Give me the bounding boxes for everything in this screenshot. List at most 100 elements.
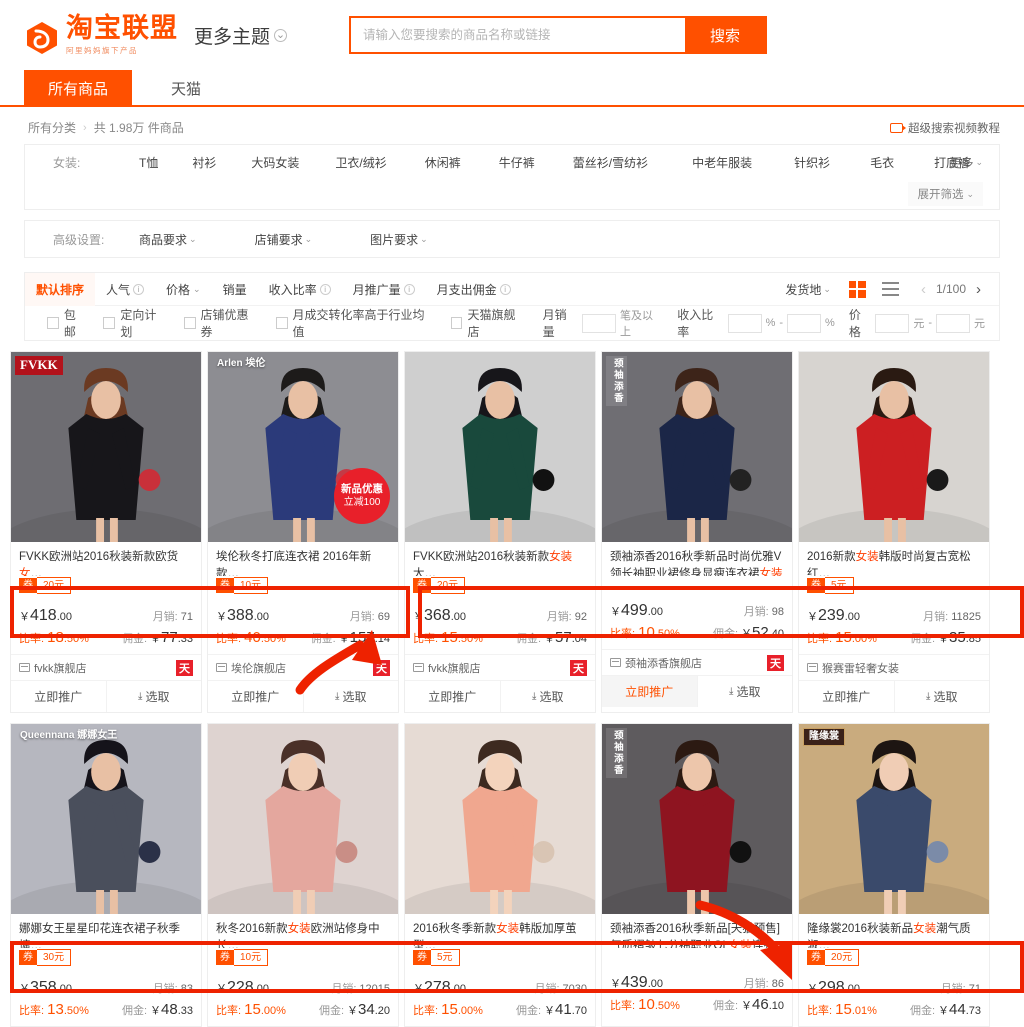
category-item-4[interactable]: 休闲裤 <box>425 154 461 171</box>
product-image[interactable] <box>208 724 398 914</box>
checkbox-box[interactable] <box>47 317 59 329</box>
search-input[interactable] <box>351 18 686 52</box>
promote-button[interactable]: 立即推广 <box>602 676 697 707</box>
sort-option-6[interactable]: 月支出佣金 i <box>426 273 522 306</box>
sort-option-3[interactable]: 销量 <box>212 273 258 306</box>
product-card[interactable]: FVKK欧洲站2016秋装新款女装大… 券 20元 ￥368.00 月销: 92 比率: 1… <box>404 351 596 713</box>
promote-button[interactable]: 立即推广 <box>208 681 303 712</box>
select-button[interactable]: ⤓ 选取 <box>302 681 399 712</box>
product-card[interactable]: 颈袖添香颈袖添香2016秋季新品[天猫预售]气质褶皱七分袖职业OL女装连衣裙￥4… <box>601 723 793 1027</box>
product-image[interactable]: Queennana 娜娜女王 <box>11 724 201 914</box>
product-image[interactable]: 颈袖添香 <box>602 352 792 542</box>
select-button[interactable]: ⤓ 选取 <box>105 681 202 712</box>
product-image[interactable] <box>405 352 595 542</box>
select-button[interactable]: ⤓ 选取 <box>696 676 793 707</box>
income-rate-max-input[interactable] <box>787 313 822 333</box>
checkbox-box[interactable] <box>183 317 196 329</box>
promote-button[interactable]: 立即推广 <box>405 681 500 712</box>
product-image[interactable]: FVKK <box>11 352 201 542</box>
product-card[interactable]: Arlen 埃伦 新品优惠 立减100 埃伦秋冬打底连衣裙 2016年新款… 券 10元 ￥… <box>207 351 399 713</box>
info-icon[interactable]: i <box>403 283 415 295</box>
shipping-location-dropdown[interactable]: 发货地 ⌄ <box>785 281 831 298</box>
product-card[interactable]: 秋冬2016新款女装欧洲站修身中长… 券 10元 ￥228.00 月销: 12015 比率:… <box>207 723 399 1027</box>
advanced-item-0[interactable]: 商品要求 ⌄ <box>139 231 197 248</box>
product-title[interactable]: 2016新款女装韩版时尚复古宽松红… <box>799 542 989 576</box>
shop-name[interactable]: 猴赛雷轻奢女装 <box>807 660 899 676</box>
shop-name[interactable]: fvkk旗舰店 <box>19 660 87 676</box>
filter-checkbox-4[interactable]: 天猫旗舰店 <box>450 306 527 340</box>
category-item-8[interactable]: 针织衫 <box>794 154 830 171</box>
income-rate-min-input[interactable] <box>727 313 762 333</box>
shop-name[interactable]: fvkk旗舰店 <box>413 660 481 676</box>
info-icon[interactable]: i <box>133 283 145 295</box>
product-image[interactable]: 颈袖添香 <box>602 724 792 914</box>
sort-option-2[interactable]: 价格 ⌄ <box>155 273 212 306</box>
category-item-3[interactable]: 卫衣/绒衫 <box>335 154 386 171</box>
product-card[interactable]: Queennana 娜娜女王 娜娜女王星星印花连衣裙子秋季慵… 券 30元 ￥358.0… <box>10 723 202 1027</box>
filter-checkbox-0[interactable]: 包邮 <box>47 306 87 340</box>
product-title[interactable]: 颈袖添香2016秋季新品时尚优雅V领长袖职业裙修身显瘦连衣裙女装 <box>602 542 792 576</box>
grid-view-toggle[interactable] <box>848 280 866 298</box>
breadcrumb-all-categories[interactable]: 所有分类 <box>28 119 76 136</box>
category-item-2[interactable]: 大码女装 <box>251 154 299 171</box>
filter-checkbox-1[interactable]: 定向计划 <box>103 306 167 340</box>
monthly-sales-input[interactable] <box>582 313 617 333</box>
product-title[interactable]: 颈袖添香2016秋季新品[天猫预售]气质褶皱七分袖职业OL女装连衣裙 <box>602 914 792 948</box>
promote-button[interactable]: 立即推广 <box>799 681 894 712</box>
category-item-1[interactable]: 衬衫 <box>192 154 216 171</box>
category-item-6[interactable]: 蕾丝衫/雪纺衫 <box>573 154 648 171</box>
product-card[interactable]: 隆缘裳 隆缘裳2016秋装新品女装潮气质淑… 券 20元 ￥298.00 月销: 71 比率:… <box>798 723 990 1027</box>
promote-button[interactable]: 立即推广 <box>11 681 106 712</box>
category-more-button[interactable]: 更多 ⌄ <box>949 154 983 171</box>
category-item-9[interactable]: 毛衣 <box>870 154 894 171</box>
product-image[interactable]: 隆缘裳 <box>799 724 989 914</box>
checkbox-box[interactable] <box>450 317 463 329</box>
product-title[interactable]: 隆缘裳2016秋装新品女装潮气质淑… <box>799 914 989 948</box>
checkbox-box[interactable] <box>275 317 288 329</box>
filter-checkbox-3[interactable]: 月成交转化率高于行业均值 <box>275 306 435 340</box>
price-max-input[interactable] <box>936 313 970 333</box>
product-title[interactable]: FVKK欧洲站2016秋装新款女装大… <box>405 542 595 576</box>
search-button[interactable]: 搜索 <box>685 18 766 52</box>
select-button[interactable]: ⤓ 选取 <box>893 681 990 712</box>
sort-option-5[interactable]: 月推广量 i <box>342 273 426 306</box>
product-title[interactable]: 埃伦秋冬打底连衣裙 2016年新款… <box>208 542 398 576</box>
category-item-7[interactable]: 中老年服装 <box>692 154 752 171</box>
expand-filters-button[interactable]: 展开筛选 ⌄ <box>908 182 983 206</box>
price-min-input[interactable] <box>875 313 910 333</box>
product-image[interactable] <box>405 724 595 914</box>
select-button[interactable]: ⤓ 选取 <box>499 681 596 712</box>
advanced-item-1[interactable]: 店铺要求 ⌄ <box>255 231 313 248</box>
checkbox-box[interactable] <box>103 317 116 329</box>
product-title[interactable]: 秋冬2016新款女装欧洲站修身中长… <box>208 914 398 948</box>
info-icon[interactable]: i <box>499 283 511 295</box>
info-icon[interactable]: i <box>319 283 331 295</box>
product-title[interactable]: 娜娜女王星星印花连衣裙子秋季慵… <box>11 914 201 948</box>
sort-option-1[interactable]: 人气 i <box>95 273 155 306</box>
product-image[interactable] <box>799 352 989 542</box>
product-title[interactable]: 2016秋冬季新款女装韩版加厚茧型… <box>405 914 595 948</box>
category-item-5[interactable]: 牛仔裤 <box>499 154 535 171</box>
sort-option-4[interactable]: 收入比率 i <box>258 273 342 306</box>
category-item-0[interactable]: T恤 <box>139 154 158 171</box>
prev-page-button[interactable]: ‹ <box>913 281 934 298</box>
shop-icon <box>19 663 30 672</box>
product-card[interactable]: 2016秋冬季新款女装韩版加厚茧型… 券 5元 ￥278.00 月销: 7030 比率: 1… <box>404 723 596 1027</box>
product-title[interactable]: FVKK欧洲站2016秋装新款欧货女… <box>11 542 201 576</box>
brand-logo[interactable]: 淘宝联盟 阿里妈妈旗下产品 <box>24 14 178 55</box>
more-topics-dropdown[interactable]: 更多主题 ⌄ <box>194 22 288 49</box>
tab-all-products[interactable]: 所有商品 <box>24 70 132 107</box>
shop-name[interactable]: 埃伦旗舰店 <box>216 660 286 676</box>
sort-option-0[interactable]: 默认排序 <box>25 272 96 306</box>
tab-tmall[interactable]: 天猫 <box>132 70 240 107</box>
product-card[interactable]: 2016新款女装韩版时尚复古宽松红… 券 5元 ￥239.00 月销: 11825 比率: … <box>798 351 990 713</box>
product-card[interactable]: 颈袖添香 颈袖添香2016秋季新品时尚优雅V领长袖职业裙修身显瘦连衣裙女装 ￥499… <box>601 351 793 713</box>
list-view-toggle[interactable] <box>881 282 899 296</box>
filter-checkbox-2[interactable]: 店铺优惠券 <box>183 306 260 340</box>
advanced-item-2[interactable]: 图片要求 ⌄ <box>370 231 428 248</box>
shop-name[interactable]: 颈袖添香旗舰店 <box>610 655 702 671</box>
video-tutorial-link[interactable]: 超级搜索视频教程 <box>890 120 1000 136</box>
next-page-button[interactable]: › <box>968 281 989 298</box>
product-image[interactable]: Arlen 埃伦 新品优惠 立减100 <box>208 352 398 542</box>
product-card[interactable]: FVKK FVKK欧洲站2016秋装新款欧货女… 券 20元 ￥418.00 月销: 71 比… <box>10 351 202 713</box>
